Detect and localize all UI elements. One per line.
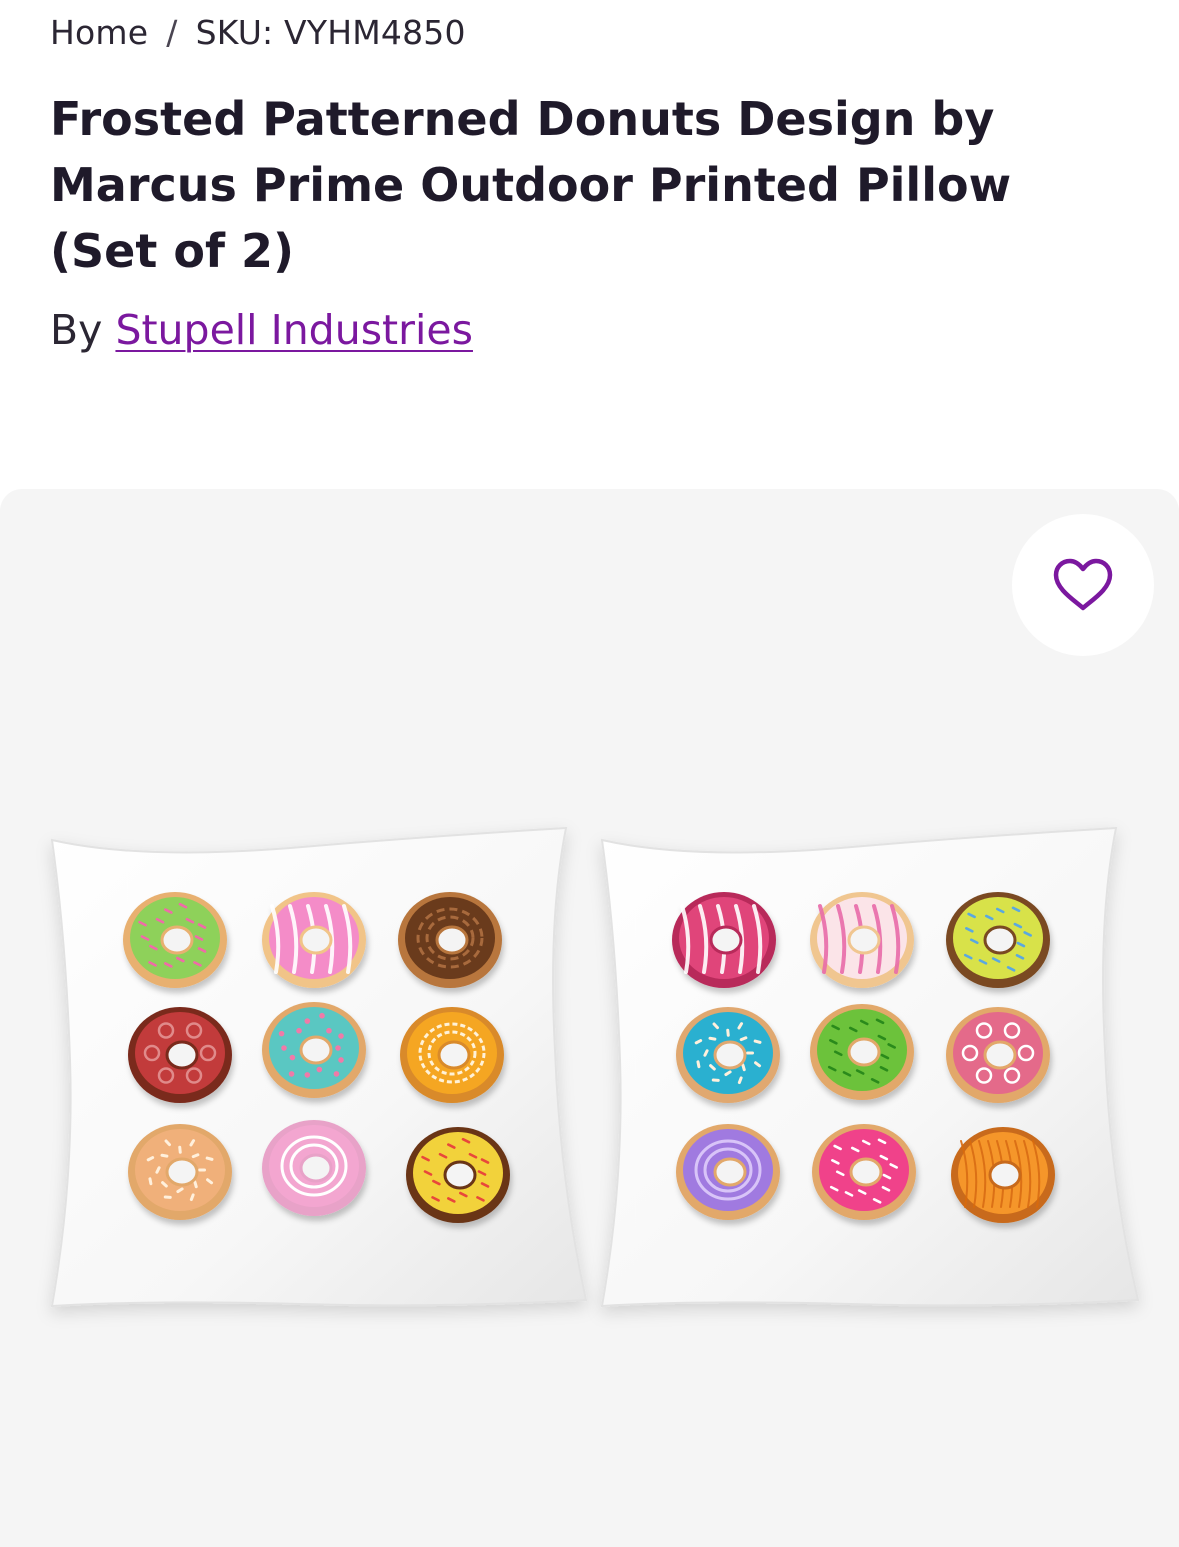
breadcrumb-sku: SKU: VYHM4850 xyxy=(195,12,466,52)
donut xyxy=(676,1007,780,1103)
donut xyxy=(946,1007,1050,1103)
donut xyxy=(810,892,914,988)
breadcrumb-home-link[interactable]: Home xyxy=(50,13,148,52)
donut xyxy=(676,1124,780,1220)
donut xyxy=(946,892,1050,988)
donut xyxy=(262,1002,366,1098)
donut xyxy=(128,1007,232,1103)
donut xyxy=(400,1007,504,1103)
breadcrumb: Home / SKU: VYHM4850 xyxy=(50,8,466,56)
donut xyxy=(810,1004,914,1100)
add-to-favorites-button[interactable] xyxy=(1012,514,1154,656)
pillow xyxy=(50,826,588,1308)
breadcrumb-separator: / xyxy=(166,12,178,52)
product-title: Frosted Patterned Donuts Design by Marcu… xyxy=(50,92,1012,278)
brand-link[interactable]: Stupell Industries xyxy=(115,306,473,354)
donut xyxy=(128,1124,232,1220)
donut xyxy=(262,892,366,988)
donut xyxy=(672,892,776,988)
heart-outline-icon xyxy=(1053,558,1113,611)
product-image[interactable] xyxy=(0,800,1179,1340)
donut xyxy=(812,1124,916,1220)
pillow xyxy=(600,826,1140,1308)
product-byline: By Stupell Industries xyxy=(50,302,473,358)
donut xyxy=(951,1127,1055,1223)
donut xyxy=(123,892,227,988)
donut xyxy=(406,1127,510,1223)
byline-prefix: By xyxy=(50,306,103,354)
donut xyxy=(262,1120,366,1216)
donut xyxy=(398,892,502,988)
